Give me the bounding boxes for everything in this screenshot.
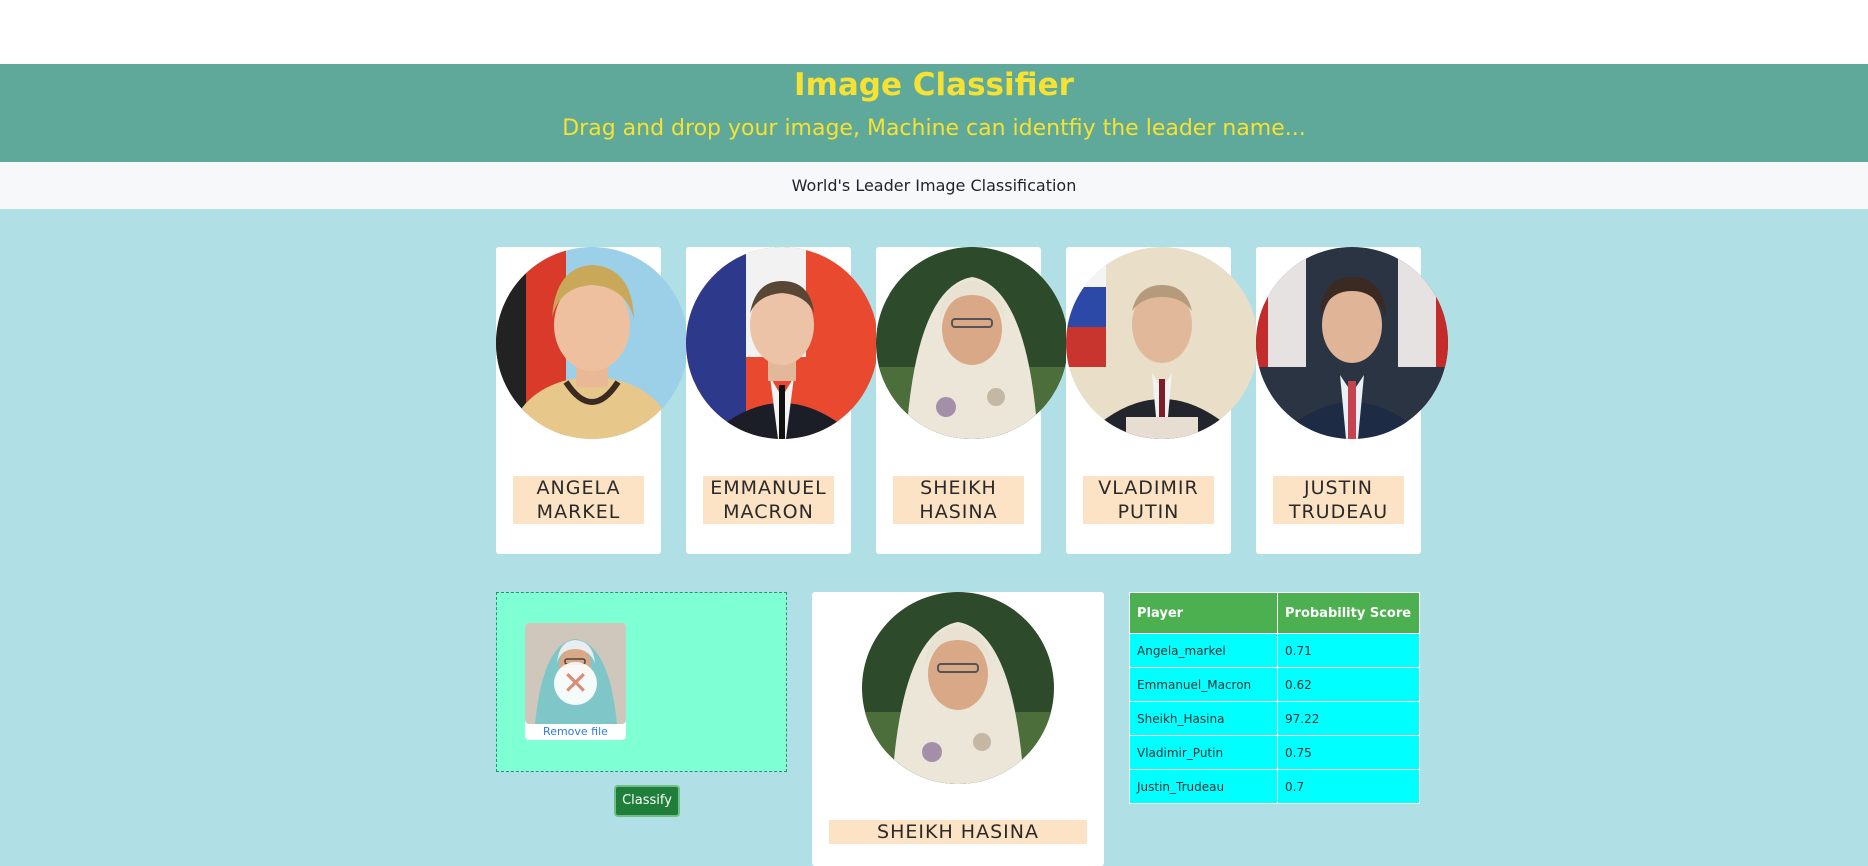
leader-name-label: ANGELA MARKEL bbox=[513, 476, 644, 524]
table-row: Emmanuel_Macron 0.62 bbox=[1129, 667, 1420, 702]
score-cell: 0.7 bbox=[1277, 769, 1420, 804]
result-card: SHEIKH HASINA bbox=[812, 592, 1104, 866]
probability-table: Player Probability Score Angela_markel 0… bbox=[1129, 592, 1420, 804]
score-cell: 0.62 bbox=[1277, 667, 1420, 702]
leader-card-macron[interactable]: EMMANUEL MACRON bbox=[686, 247, 878, 554]
result-photo bbox=[862, 592, 1054, 784]
player-cell: Sheikh_Hasina bbox=[1129, 701, 1278, 736]
classify-button[interactable]: Classify bbox=[614, 785, 680, 817]
leader-name-label: EMMANUEL MACRON bbox=[703, 476, 834, 524]
navbar: World's Leader Image Classification bbox=[0, 162, 1868, 209]
leader-card-trudeau[interactable]: JUSTIN TRUDEAU bbox=[1256, 247, 1448, 554]
navbar-text: World's Leader Image Classification bbox=[791, 176, 1077, 195]
leader-name-label: VLADIMIR PUTIN bbox=[1083, 476, 1214, 524]
leader-card-putin[interactable]: VLADIMIR PUTIN bbox=[1066, 247, 1258, 554]
column-header-score: Probability Score bbox=[1277, 592, 1420, 634]
leader-name-label: JUSTIN TRUDEAU bbox=[1273, 476, 1404, 524]
page-header: Image Classifier Drag and drop your imag… bbox=[0, 64, 1868, 162]
close-icon[interactable]: ✕ bbox=[554, 662, 597, 705]
leader-photo bbox=[1066, 247, 1258, 439]
leader-photo bbox=[1256, 247, 1448, 439]
table-row: Justin_Trudeau 0.7 bbox=[1129, 769, 1420, 804]
page-title: Image Classifier bbox=[794, 67, 1074, 103]
column-header-player: Player bbox=[1129, 592, 1278, 634]
score-cell: 0.71 bbox=[1277, 633, 1420, 668]
main-content: ANGELA MARKEL EMMANUEL MACRON SHEIKH HAS… bbox=[0, 209, 1868, 866]
leader-name-label: SHEIKH HASINA bbox=[893, 476, 1024, 524]
player-cell: Emmanuel_Macron bbox=[1129, 667, 1278, 702]
player-cell: Justin_Trudeau bbox=[1129, 769, 1278, 804]
file-preview: ✕ Remove file bbox=[525, 623, 626, 740]
table-row: Sheikh_Hasina 97.22 bbox=[1129, 701, 1420, 736]
score-cell: 0.75 bbox=[1277, 735, 1420, 770]
remove-file-link[interactable]: Remove file bbox=[525, 725, 626, 738]
leader-card-angela[interactable]: ANGELA MARKEL bbox=[496, 247, 688, 554]
player-cell: Angela_markel bbox=[1129, 633, 1278, 668]
leader-photo bbox=[686, 247, 878, 439]
score-cell: 97.22 bbox=[1277, 701, 1420, 736]
result-name-label: SHEIKH HASINA bbox=[829, 820, 1087, 844]
leader-photo bbox=[876, 247, 1068, 439]
leader-photo bbox=[496, 247, 688, 439]
leader-card-hasina[interactable]: SHEIKH HASINA bbox=[876, 247, 1068, 554]
table-header-row: Player Probability Score bbox=[1129, 592, 1420, 634]
table-row: Angela_markel 0.71 bbox=[1129, 633, 1420, 668]
image-dropzone[interactable]: ✕ Remove file bbox=[496, 592, 787, 772]
page-subtitle: Drag and drop your image, Machine can id… bbox=[562, 116, 1306, 141]
player-cell: Vladimir_Putin bbox=[1129, 735, 1278, 770]
table-row: Vladimir_Putin 0.75 bbox=[1129, 735, 1420, 770]
